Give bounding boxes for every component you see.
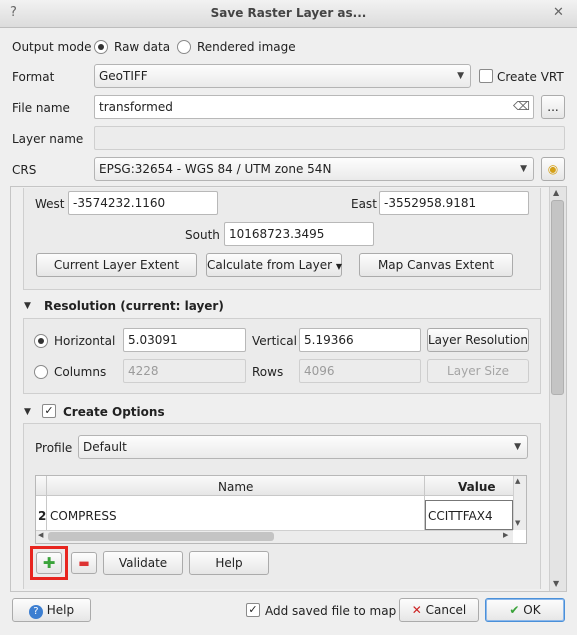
vertical-input[interactable]: 5.19366 — [299, 328, 421, 352]
row-number: 2 — [38, 509, 47, 523]
columns-label[interactable]: Columns — [54, 364, 106, 380]
rows-label: Rows — [252, 365, 284, 379]
scroll-right-icon[interactable]: ▶ — [503, 531, 508, 539]
create-vrt-checkbox[interactable] — [479, 69, 493, 83]
west-input[interactable]: -3574232.1160 — [68, 191, 218, 215]
columns-input: 4228 — [123, 359, 246, 383]
scroll-up-icon[interactable]: ▲ — [515, 477, 520, 485]
crs-label: CRS — [12, 163, 37, 177]
column-header-name[interactable]: Name — [218, 479, 253, 495]
minus-icon: ▬ — [78, 556, 90, 570]
plus-icon: ✚ — [42, 554, 56, 572]
close-icon[interactable]: ✕ — [553, 5, 564, 20]
output-mode-label: Output mode — [12, 40, 92, 54]
file-name-label: File name — [12, 101, 70, 115]
crs-dropdown[interactable]: EPSG:32654 - WGS 84 / UTM zone 54N ▼ — [94, 157, 534, 181]
globe-icon: ◉ — [547, 162, 559, 176]
dialog-title: Save Raster Layer as... — [210, 6, 367, 20]
layer-resolution-button[interactable]: Layer Resolution — [427, 328, 529, 352]
profile-dropdown[interactable]: Default ▼ — [78, 435, 528, 459]
crs-select-button[interactable]: ◉ — [541, 157, 565, 181]
format-dropdown[interactable]: GeoTIFF ▼ — [94, 64, 471, 88]
collapse-triangle-icon[interactable]: ▼ — [24, 301, 31, 311]
chevron-down-icon: ▼ — [520, 164, 527, 174]
chevron-down-icon: ▼ — [335, 262, 343, 271]
profile-label: Profile — [35, 441, 73, 455]
west-value: -3574232.1160 — [73, 196, 166, 210]
layer-size-button: Layer Size — [427, 359, 529, 383]
table-header — [36, 476, 513, 496]
ok-button-label: OK — [523, 603, 541, 617]
columns-value: 4228 — [128, 364, 159, 378]
create-options-header[interactable]: Create Options — [63, 404, 165, 420]
crs-value: EPSG:32654 - WGS 84 / UTM zone 54N — [99, 162, 332, 176]
vertical-value: 5.19366 — [304, 333, 354, 347]
rendered-image-radio[interactable] — [177, 40, 191, 54]
option-value-editor[interactable]: CCITTFAX4 — [425, 500, 513, 530]
remove-option-button[interactable]: ▬ — [71, 552, 97, 574]
help-icon: ? — [28, 605, 43, 619]
map-canvas-extent-button[interactable]: Map Canvas Extent — [359, 253, 513, 277]
ok-button[interactable]: ✔ OK — [485, 598, 565, 622]
scroll-down-icon[interactable]: ▼ — [553, 579, 559, 588]
vertical-label: Vertical — [252, 334, 297, 348]
format-value: GeoTIFF — [99, 69, 148, 83]
add-option-button[interactable]: ✚ — [36, 552, 62, 574]
cancel-x-icon: ✕ — [411, 603, 422, 617]
horizontal-input[interactable]: 5.03091 — [123, 328, 246, 352]
add-saved-file-label[interactable]: Add saved file to map — [265, 603, 396, 619]
resolution-header[interactable]: Resolution (current: layer) — [44, 298, 224, 314]
create-vrt-label[interactable]: Create VRT — [497, 69, 564, 85]
horizontal-radio[interactable] — [34, 334, 48, 348]
scroll-down-icon[interactable]: ▼ — [515, 519, 520, 527]
file-name-input[interactable]: transformed — [94, 95, 534, 119]
scrollbar-thumb[interactable] — [551, 200, 564, 395]
add-saved-file-checkbox[interactable]: ✓ — [246, 603, 260, 617]
scroll-left-icon[interactable]: ◀ — [38, 531, 43, 539]
south-input[interactable]: 10168723.3495 — [224, 222, 374, 246]
table-hscroll-thumb[interactable] — [48, 532, 274, 541]
browse-button[interactable]: ... — [541, 95, 565, 119]
chevron-down-icon: ▼ — [457, 71, 464, 81]
options-help-button[interactable]: Help — [189, 551, 269, 575]
raw-data-radio[interactable] — [94, 40, 108, 54]
create-options-checkbox[interactable]: ✓ — [42, 404, 56, 418]
east-value: -3552958.9181 — [384, 196, 477, 210]
format-label: Format — [12, 70, 55, 84]
layer-name-input — [94, 126, 565, 150]
horizontal-value: 5.03091 — [128, 333, 178, 347]
validate-button[interactable]: Validate — [103, 551, 183, 575]
current-layer-extent-button[interactable]: Current Layer Extent — [36, 253, 197, 277]
south-label: South — [185, 228, 220, 242]
east-label: East — [351, 197, 377, 211]
calculate-from-layer-label: Calculate from Layer — [207, 258, 333, 272]
clear-icon[interactable]: ⌫ — [513, 99, 530, 113]
option-name-cell[interactable]: COMPRESS — [50, 508, 117, 524]
rows-input: 4096 — [299, 359, 421, 383]
calculate-from-layer-button[interactable]: Calculate from Layer ▼ — [206, 253, 342, 277]
columns-radio[interactable] — [34, 365, 48, 379]
help-button[interactable]: ? Help — [12, 598, 91, 622]
help-button-label: Help — [46, 603, 75, 617]
rendered-image-label[interactable]: Rendered image — [197, 39, 296, 55]
west-label: West — [35, 197, 65, 211]
cancel-button-label: Cancel — [425, 603, 467, 617]
horizontal-label[interactable]: Horizontal — [54, 333, 115, 349]
column-header-value[interactable]: Value — [458, 479, 496, 495]
south-value: 10168723.3495 — [229, 227, 325, 241]
rows-value: 4096 — [304, 364, 335, 378]
file-name-value: transformed — [99, 100, 173, 114]
layer-name-label: Layer name — [12, 132, 84, 146]
profile-value: Default — [83, 440, 127, 454]
cancel-button[interactable]: ✕ Cancel — [399, 598, 479, 622]
collapse-triangle-icon[interactable]: ▼ — [24, 407, 31, 417]
checkmark-icon: ✔ — [509, 603, 520, 617]
raw-data-label[interactable]: Raw data — [114, 39, 170, 55]
chevron-down-icon: ▼ — [514, 442, 521, 452]
east-input[interactable]: -3552958.9181 — [379, 191, 529, 215]
option-value-cell[interactable]: CCITTFAX4 — [428, 508, 493, 524]
scroll-up-icon[interactable]: ▲ — [553, 188, 559, 197]
